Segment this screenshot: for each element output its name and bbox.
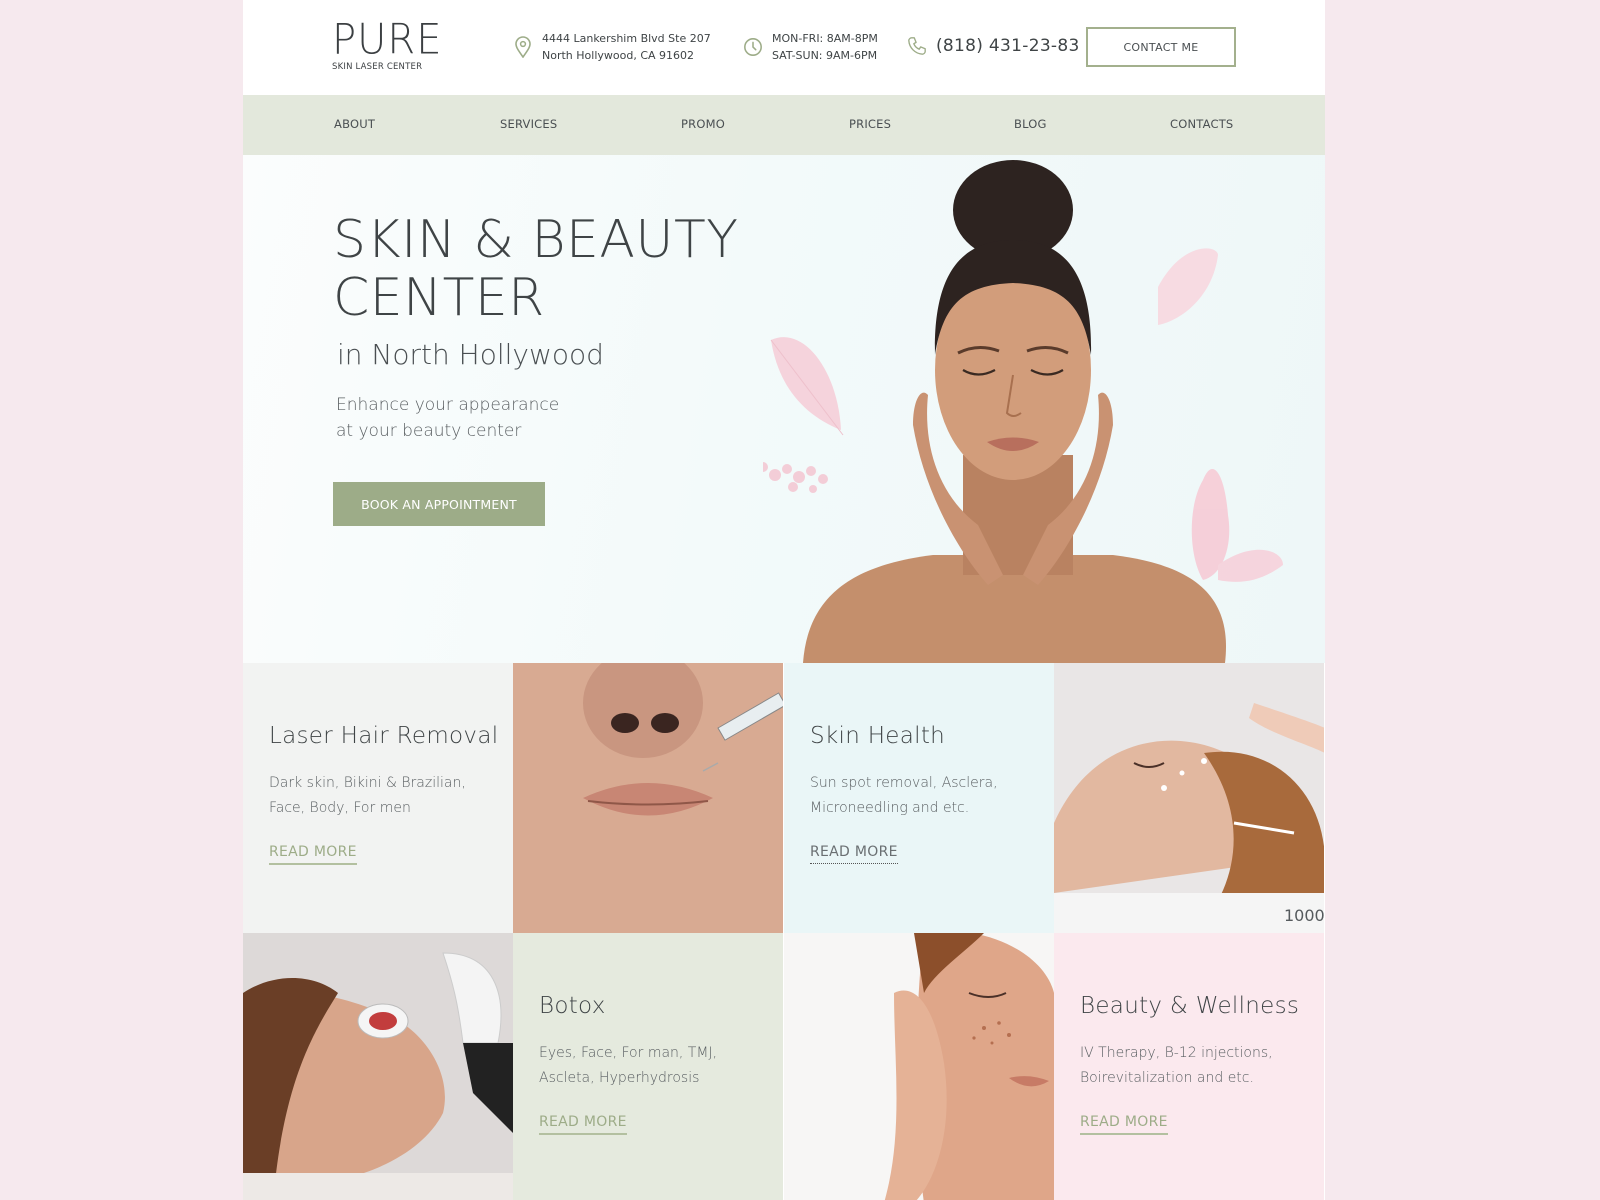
hours-block: MON-FRI: 8AM-8PM SAT-SUN: 9AM-6PM	[743, 30, 878, 64]
read-more-link[interactable]: READ MORE	[269, 844, 357, 865]
service-desc-line-2: Microneedling and etc.	[810, 800, 970, 816]
hero-model-photo	[763, 160, 1283, 663]
nav-item-services[interactable]: SERVICES	[500, 117, 557, 131]
logo-wordmark: PURE	[332, 15, 443, 65]
hero-section: SKIN & BEAUTY CENTER in North Hollywood …	[243, 155, 1325, 663]
nav-item-prices[interactable]: PRICES	[849, 117, 891, 131]
service-desc-line-1: Sun spot removal, Asclera,	[810, 775, 998, 791]
service-desc-line-1: Dark skin, Bikini & Brazilian,	[269, 775, 466, 791]
service-description: Sun spot removal, Asclera, Microneedling…	[810, 771, 1054, 821]
page-container: PURE SKIN LASER CENTER 4444 Lankershim B…	[243, 0, 1325, 1200]
phone-icon	[907, 35, 927, 57]
overlay-counter: 1000+	[1284, 906, 1325, 925]
laser-treatment-photo	[243, 933, 513, 1200]
service-desc-line-1: IV Therapy, B-12 injections,	[1080, 1045, 1273, 1061]
hours-weekdays: MON-FRI: 8AM-8PM	[772, 32, 878, 45]
address-block: 4444 Lankershim Blvd Ste 207 North Holly…	[513, 30, 711, 64]
service-tile-laser-hair-removal: Laser Hair Removal Dark skin, Bikini & B…	[243, 663, 513, 933]
hero-subtitle: in North Hollywood	[337, 338, 604, 371]
nav-item-contacts[interactable]: CONTACTS	[1170, 117, 1233, 131]
service-tile-skin-health: Skin Health Sun spot removal, Asclera, M…	[784, 663, 1054, 933]
read-more-link[interactable]: READ MORE	[1080, 1114, 1168, 1135]
service-desc-line-2: Ascleta, Hyperhydrosis	[539, 1070, 700, 1086]
service-desc-line-1: Eyes, Face, For man, TMJ,	[539, 1045, 718, 1061]
service-tile-botox: Botox Eyes, Face, For man, TMJ, Ascleta,…	[513, 933, 783, 1200]
service-description: Eyes, Face, For man, TMJ, Ascleta, Hyper…	[539, 1041, 783, 1091]
phone-block[interactable]: (818) 431-23-83	[907, 34, 1080, 58]
nav-item-about[interactable]: ABOUT	[334, 117, 375, 131]
service-desc-line-2: Boirevitalization and etc.	[1080, 1070, 1254, 1086]
nav-item-promo[interactable]: PROMO	[681, 117, 725, 131]
service-title: Laser Hair Removal	[269, 723, 499, 749]
clock-icon	[743, 36, 763, 58]
hero-desc-line-1: Enhance your appearance	[336, 395, 560, 415]
hero-title-line-1: SKIN & BEAUTY	[333, 210, 739, 270]
site-header: PURE SKIN LASER CENTER 4444 Lankershim B…	[243, 0, 1325, 95]
read-more-link[interactable]: READ MORE	[539, 1114, 627, 1135]
hero-desc-line-2: at your beauty center	[336, 421, 522, 441]
facial-treatment-photo	[1054, 663, 1324, 933]
nav-item-blog[interactable]: BLOG	[1014, 117, 1047, 131]
map-pin-icon	[513, 36, 533, 58]
logo[interactable]: PURE SKIN LASER CENTER	[332, 15, 443, 72]
hero-title-line-2: CENTER	[333, 268, 545, 328]
main-nav: ABOUT SERVICES PROMO PRICES BLOG CONTACT…	[243, 95, 1325, 155]
hero-title: SKIN & BEAUTY CENTER	[333, 211, 739, 327]
address-line-2: North Hollywood, CA 91602	[542, 49, 695, 62]
address-line-1: 4444 Lankershim Blvd Ste 207	[542, 32, 711, 45]
phone-number[interactable]: (818) 431-23-83	[936, 34, 1080, 58]
service-title: Skin Health	[810, 723, 946, 749]
freckled-woman-photo	[784, 933, 1054, 1200]
contact-me-button[interactable]: CONTACT ME	[1086, 27, 1236, 67]
service-tile-beauty-wellness: Beauty & Wellness IV Therapy, B-12 injec…	[1054, 933, 1324, 1200]
service-description: IV Therapy, B-12 injections, Boirevitali…	[1080, 1041, 1324, 1091]
service-desc-line-2: Face, Body, For men	[269, 800, 411, 816]
service-title: Beauty & Wellness	[1080, 993, 1300, 1019]
service-description: Dark skin, Bikini & Brazilian, Face, Bod…	[269, 771, 513, 821]
read-more-link[interactable]: READ MORE	[810, 844, 898, 864]
lip-injection-photo	[513, 663, 783, 933]
book-appointment-button[interactable]: BOOK AN APPOINTMENT	[333, 482, 545, 526]
service-title: Botox	[539, 993, 606, 1019]
hero-description: Enhance your appearance at your beauty c…	[336, 392, 559, 444]
hours-weekend: SAT-SUN: 9AM-6PM	[772, 49, 878, 62]
